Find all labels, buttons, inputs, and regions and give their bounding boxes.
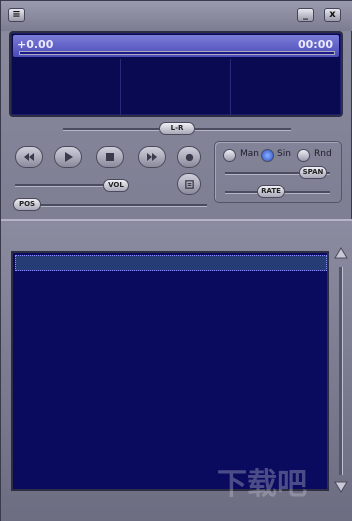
playlist[interactable] (11, 251, 329, 491)
next-button[interactable] (138, 146, 166, 168)
scroll-up-icon[interactable] (334, 247, 348, 259)
progress-bar[interactable] (19, 51, 335, 55)
display-panel: +0.00 00:00 (9, 31, 343, 117)
play-button[interactable] (54, 146, 82, 168)
display-header: +0.00 00:00 (13, 35, 339, 57)
play-icon (65, 152, 73, 162)
stop-icon (106, 153, 114, 161)
mode-radio-man[interactable] (223, 149, 236, 162)
visualizer-segment (121, 59, 231, 115)
mode-label-man: Man (240, 149, 259, 159)
record-button[interactable] (177, 146, 201, 168)
mode-label-sin: Sin (277, 149, 291, 159)
rate-knob[interactable]: RATE (257, 185, 285, 198)
title-bar[interactable]: ≡ _ x (1, 1, 352, 31)
rewind-icon (24, 153, 34, 161)
span-knob[interactable]: SPAN (299, 166, 327, 179)
previous-button[interactable] (15, 146, 43, 168)
volume-knob[interactable]: VOL (103, 179, 129, 192)
scroll-down-icon[interactable] (334, 481, 348, 493)
balance-knob[interactable]: L-R (159, 122, 195, 135)
close-button[interactable]: x (324, 8, 341, 22)
playlist-scrollbar[interactable] (332, 247, 350, 495)
play-mode-panel: Man Sin Rnd SPAN RATE (214, 141, 342, 203)
list-item[interactable] (15, 255, 327, 271)
scroll-track[interactable] (339, 267, 343, 475)
visualizer-segment (11, 59, 121, 115)
mode-radio-sin[interactable] (261, 149, 274, 162)
mode-radio-rnd[interactable] (297, 149, 310, 162)
player-window: ≡ _ x +0.00 00:00 L-R VOL POS Man Sin Rn… (0, 0, 352, 521)
record-icon (185, 153, 193, 161)
playlist-toggle-button[interactable] (177, 173, 201, 195)
minimize-button[interactable]: _ (297, 8, 314, 22)
fast-forward-icon (147, 153, 157, 161)
time-readout: 00:00 (297, 38, 333, 51)
seek-knob[interactable]: POS (13, 198, 41, 211)
menu-icon[interactable]: ≡ (8, 8, 25, 22)
mode-label-rnd: Rnd (314, 149, 332, 159)
list-icon (184, 179, 194, 189)
watermark: 下载吧 (217, 467, 307, 502)
stop-button[interactable] (96, 146, 124, 168)
seek-track[interactable] (15, 204, 207, 207)
position-readout: +0.00 (17, 38, 54, 51)
